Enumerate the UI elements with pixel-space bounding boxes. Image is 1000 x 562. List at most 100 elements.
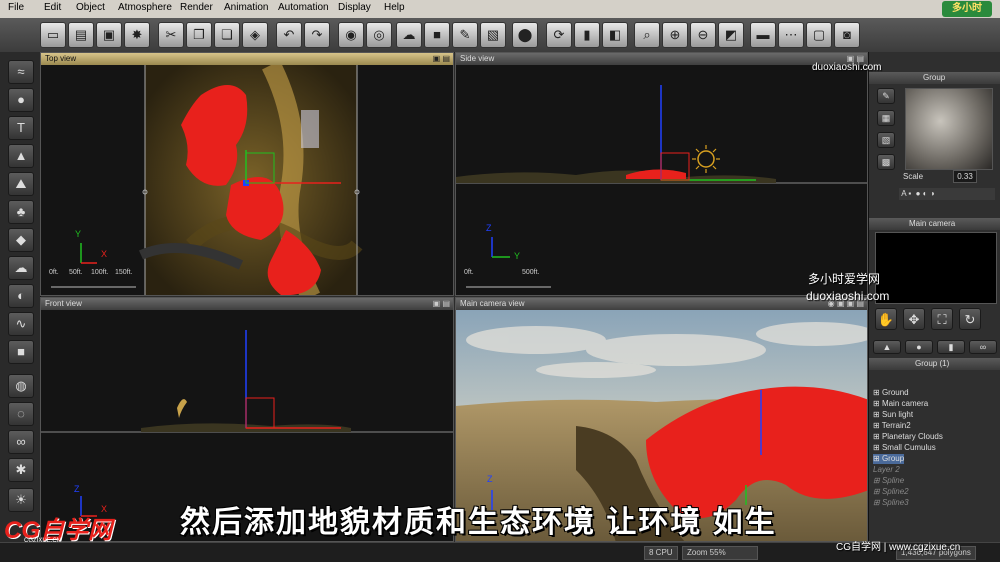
material-edit-icon[interactable]: ✎ <box>877 88 895 104</box>
top-scale-label-3: 150ft. <box>115 269 133 276</box>
top-axis-x-label: X <box>101 249 108 259</box>
edit-object-icon[interactable]: ✎ <box>452 22 478 48</box>
menu-atmosphere[interactable]: Atmosphere <box>118 2 172 13</box>
side-axis-y-label: Y <box>514 251 521 261</box>
film-icon[interactable]: ▬ <box>750 22 776 48</box>
tree-item[interactable]: ⊞ Main camera <box>873 399 928 409</box>
water-plane-icon[interactable]: ≈ <box>8 60 34 84</box>
watermark-mid-cn: 多小时爱学网 <box>808 272 881 286</box>
copy-icon[interactable]: ❐ <box>186 22 212 48</box>
menu-bar: File Edit Object Atmosphere Render Anima… <box>0 0 1000 19</box>
zoom-icon[interactable]: ⌕ <box>634 22 660 48</box>
material-grid-icon[interactable]: ▩ <box>877 154 895 170</box>
tree-layer[interactable]: Layer 2 <box>873 465 900 475</box>
watermark-bottom: CG自学网 | www.cgzixue.cn <box>836 542 961 553</box>
scale-value-field[interactable]: 0.33 <box>953 170 977 183</box>
tab-materials-icon[interactable]: ● <box>905 340 933 354</box>
menu-animation[interactable]: Animation <box>224 2 268 13</box>
viewport-options-icon[interactable]: ▣ ▤ <box>433 54 450 64</box>
tree-item[interactable]: ⊞ Sun light <box>873 410 913 420</box>
orientation-icon[interactable]: ◧ <box>602 22 628 48</box>
rotate-camera-icon[interactable]: ↻ <box>959 308 981 330</box>
chart-icon[interactable]: ▮ <box>574 22 600 48</box>
paste-icon[interactable]: ❏ <box>214 22 240 48</box>
timeline-icon[interactable]: ⋯ <box>778 22 804 48</box>
frame-icon[interactable]: ▢ <box>806 22 832 48</box>
pan-hand-icon[interactable]: ✋ <box>875 308 897 330</box>
frame-select-icon[interactable]: ⛶ <box>931 308 953 330</box>
menu-help[interactable]: Help <box>384 2 405 13</box>
fit-view-icon[interactable]: ◩ <box>718 22 744 48</box>
terrain-icon[interactable]: ▲ <box>8 144 34 168</box>
top-viewport[interactable]: Top view ▣ ▤ Y X 0ft. 50ft. 100ft. 150ft… <box>40 52 454 296</box>
render-icon[interactable]: ◉ <box>338 22 364 48</box>
top-view-scene <box>51 65 363 295</box>
rock-icon[interactable]: ◆ <box>8 228 34 252</box>
menu-edit[interactable]: Edit <box>44 2 61 13</box>
side-viewport[interactable]: Side view ▣ ▤ Z Y 0ft. 500ft. <box>455 52 868 296</box>
tree-item[interactable]: ⊞ Spline3 <box>873 498 909 508</box>
open-file-icon[interactable]: ▤ <box>68 22 94 48</box>
main-toolbar: ▭ ▤ ▣ ✸ ✂ ❐ ❏ ◈ ↶ ↷ ◉ ◎ ☁ ■ ✎ ▧ ⬤ ⟳ ▮ ◧ … <box>0 18 1000 53</box>
render-area-icon[interactable]: ◎ <box>366 22 392 48</box>
light-icon[interactable]: ☀ <box>8 488 34 512</box>
undo-icon[interactable]: ↶ <box>276 22 302 48</box>
zoom-in-icon[interactable]: ⊕ <box>662 22 688 48</box>
sun-light-gizmo <box>697 150 715 168</box>
material-icon[interactable]: ▧ <box>480 22 506 48</box>
material-pattern-icon[interactable]: ▧ <box>877 132 895 148</box>
menu-render[interactable]: Render <box>180 2 213 13</box>
tab-links-icon[interactable]: ∞ <box>969 340 997 354</box>
tab-objects-icon[interactable]: ▲ <box>873 340 901 354</box>
ecosystem-icon[interactable]: ✱ <box>8 458 34 482</box>
object-icon[interactable]: ■ <box>424 22 450 48</box>
color-palette-icon[interactable]: ⬤ <box>512 22 538 48</box>
menu-automation[interactable]: Automation <box>278 2 329 13</box>
plant-icon[interactable]: ♣ <box>8 200 34 224</box>
menu-file[interactable]: File <box>8 2 24 13</box>
camera-preview <box>875 232 997 304</box>
tab-filters-icon[interactable]: ▮ <box>937 340 965 354</box>
redo-icon[interactable]: ↷ <box>304 22 330 48</box>
save-as-icon[interactable]: ✸ <box>124 22 150 48</box>
sphere-icon[interactable]: ● <box>8 88 34 112</box>
cube-icon[interactable]: ■ <box>8 340 34 364</box>
zoom-level[interactable]: Zoom 55% <box>682 546 758 560</box>
planet-icon[interactable]: ◐ <box>8 284 34 308</box>
boolean-union-icon[interactable]: ◍ <box>8 374 34 398</box>
tree-item[interactable]: ⊞ Spline2 <box>873 487 909 497</box>
camera-icon[interactable]: ◙ <box>834 22 860 48</box>
object-tree: ⊞ Ground ⊞ Main camera ⊞ Sun light ⊞ Ter… <box>869 374 1000 514</box>
cut-icon[interactable]: ✂ <box>158 22 184 48</box>
metablob-icon[interactable]: ∞ <box>8 430 34 454</box>
tree-item[interactable]: ⊞ Ground <box>873 388 909 398</box>
material-tools-row[interactable]: A ▪ ● ◐ ◑ <box>899 188 995 200</box>
tree-item-selected[interactable]: ⊞ Group <box>873 454 905 464</box>
text-icon[interactable]: T <box>8 116 34 140</box>
menu-object[interactable]: Object <box>76 2 105 13</box>
zoom-out-icon[interactable]: ⊖ <box>690 22 716 48</box>
new-file-icon[interactable]: ▭ <box>40 22 66 48</box>
material-checker-icon[interactable]: ▦ <box>877 110 895 126</box>
top-viewport-title: Top view <box>45 54 77 63</box>
tree-item[interactable]: ⊞ Spline <box>873 476 904 486</box>
front-viewport-title: Front view <box>45 299 82 308</box>
tree-item[interactable]: ⊞ Terrain2 <box>873 421 911 431</box>
top-scale-label-0: 0ft. <box>49 269 59 276</box>
boolean-diff-icon[interactable]: ◌ <box>8 402 34 426</box>
object-type-tabs: ▲ ● ▮ ∞ <box>873 340 997 354</box>
spline-icon[interactable]: ∿ <box>8 312 34 336</box>
material-preview[interactable] <box>905 88 993 170</box>
cloud-icon[interactable]: ☁ <box>8 256 34 280</box>
mountain-icon[interactable]: ⛰ <box>8 172 34 196</box>
tree-item[interactable]: ⊞ Small Cumulus <box>873 443 936 453</box>
menu-display[interactable]: Display <box>338 2 371 13</box>
side-scale-label-0: 0ft. <box>464 269 474 276</box>
duplicate-icon[interactable]: ◈ <box>242 22 268 48</box>
tree-item[interactable]: ⊞ Planetary Clouds <box>873 432 943 442</box>
save-icon[interactable]: ▣ <box>96 22 122 48</box>
viewport-options-icon[interactable]: ▣ ▤ <box>433 299 450 309</box>
move-cross-icon[interactable]: ✥ <box>903 308 925 330</box>
camera-rotate-icon[interactable]: ⟳ <box>546 22 572 48</box>
atmosphere-icon[interactable]: ☁ <box>396 22 422 48</box>
